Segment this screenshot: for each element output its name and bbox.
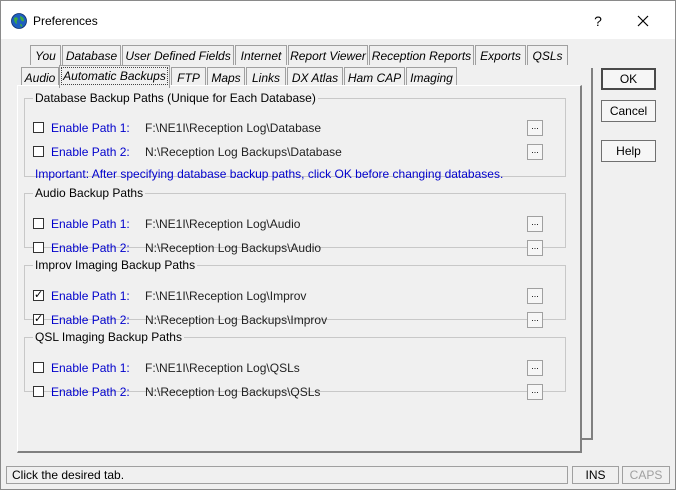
- tab-ham-cap[interactable]: Ham CAP: [344, 67, 405, 87]
- automatic-backups-panel: Database Backup Paths (Unique for Each D…: [17, 85, 582, 453]
- improv-path-2-row: ✓ Enable Path 2: N:\Reception Log Backup…: [33, 312, 553, 330]
- browse-button[interactable]: ...: [527, 288, 543, 304]
- improv-imaging-backup-group: Improv Imaging Backup Paths ✓ Enable Pat…: [24, 258, 566, 328]
- path-value: F:\NE1I\Reception Log\Database: [145, 121, 322, 135]
- tab-dx-atlas[interactable]: DX Atlas: [287, 67, 343, 87]
- checkbox-checked[interactable]: ✓: [33, 314, 44, 325]
- preferences-window: Preferences ? You Database User Defined …: [0, 0, 676, 490]
- browse-button[interactable]: ...: [527, 240, 543, 256]
- browse-button[interactable]: ...: [527, 120, 543, 136]
- tab-report-viewer[interactable]: Report Viewer: [288, 45, 368, 65]
- browse-button[interactable]: ...: [527, 144, 543, 160]
- path-value: F:\NE1I\Reception Log\QSLs: [145, 361, 300, 375]
- path-value: F:\NE1I\Reception Log\Improv: [145, 289, 307, 303]
- help-title-button[interactable]: ?: [587, 10, 609, 32]
- enable-path-label[interactable]: Enable Path 2:: [51, 385, 130, 399]
- status-message: Click the desired tab.: [6, 466, 568, 484]
- window-title: Preferences: [33, 14, 98, 28]
- enable-path-label[interactable]: Enable Path 2:: [51, 145, 130, 159]
- tab-links[interactable]: Links: [246, 67, 286, 87]
- ok-button[interactable]: OK: [601, 68, 656, 90]
- browse-button[interactable]: ...: [527, 312, 543, 328]
- enable-path-label[interactable]: Enable Path 1:: [51, 289, 130, 303]
- ins-indicator: INS: [572, 466, 619, 484]
- tab-exports[interactable]: Exports: [475, 45, 526, 65]
- browse-button[interactable]: ...: [527, 360, 543, 376]
- tab-automatic-backups[interactable]: Automatic Backups: [59, 65, 170, 88]
- important-note: Important: After specifying database bac…: [35, 167, 504, 181]
- group-title: QSL Imaging Backup Paths: [35, 330, 182, 344]
- path-value: F:\NE1I\Reception Log\Audio: [145, 217, 301, 231]
- path-value: N:\Reception Log Backups\Database: [145, 145, 342, 159]
- enable-path-label[interactable]: Enable Path 1:: [51, 217, 130, 231]
- qsl-imaging-backup-group: QSL Imaging Backup Paths Enable Path 1: …: [24, 330, 566, 400]
- caps-indicator: CAPS: [622, 466, 670, 484]
- path-value: N:\Reception Log Backups\Audio: [145, 241, 322, 255]
- globe-icon: [11, 13, 27, 29]
- browse-button[interactable]: ...: [527, 216, 543, 232]
- enable-path-label[interactable]: Enable Path 2:: [51, 241, 130, 255]
- browse-button[interactable]: ...: [527, 384, 543, 400]
- close-icon[interactable]: [631, 10, 655, 32]
- improv-path-1-row: ✓ Enable Path 1: F:\NE1I\Reception Log\I…: [33, 288, 553, 306]
- checkbox[interactable]: [33, 146, 44, 157]
- tab-audio[interactable]: Audio: [21, 67, 59, 87]
- database-path-1-row: Enable Path 1: F:\NE1I\Reception Log\Dat…: [33, 120, 553, 138]
- cancel-button[interactable]: Cancel: [601, 100, 656, 122]
- checkbox[interactable]: [33, 386, 44, 397]
- path-value: N:\Reception Log Backups\Improv: [145, 313, 328, 327]
- database-backup-group: Database Backup Paths (Unique for Each D…: [24, 91, 566, 181]
- path-value: N:\Reception Log Backups\QSLs: [145, 385, 321, 399]
- status-bar: Click the desired tab. INS CAPS: [6, 466, 670, 484]
- checkbox-checked[interactable]: ✓: [33, 290, 44, 301]
- checkbox[interactable]: [33, 242, 44, 253]
- tab-ftp[interactable]: FTP: [171, 67, 206, 87]
- enable-path-label[interactable]: Enable Path 1:: [51, 361, 130, 375]
- qsl-path-2-row: Enable Path 2: N:\Reception Log Backups\…: [33, 384, 553, 402]
- audio-path-2-row: Enable Path 2: N:\Reception Log Backups\…: [33, 240, 553, 258]
- tab-reception-reports[interactable]: Reception Reports: [369, 45, 474, 65]
- qsl-path-1-row: Enable Path 1: F:\NE1I\Reception Log\QSL…: [33, 360, 553, 378]
- tab-database[interactable]: Database: [62, 45, 121, 65]
- tab-user-defined-fields[interactable]: User Defined Fields: [122, 45, 234, 65]
- checkbox[interactable]: [33, 218, 44, 229]
- checkbox[interactable]: [33, 362, 44, 373]
- help-button[interactable]: Help: [601, 140, 656, 162]
- group-title: Improv Imaging Backup Paths: [35, 258, 196, 272]
- tab-internet[interactable]: Internet: [235, 45, 287, 65]
- title-bar: Preferences ?: [1, 1, 675, 39]
- audio-path-1-row: Enable Path 1: F:\NE1I\Reception Log\Aud…: [33, 216, 553, 234]
- enable-path-label[interactable]: Enable Path 1:: [51, 121, 130, 135]
- group-title: Database Backup Paths (Unique for Each D…: [35, 91, 316, 105]
- tab-maps[interactable]: Maps: [207, 67, 245, 87]
- checkbox[interactable]: [33, 122, 44, 133]
- tab-you[interactable]: You: [30, 45, 61, 65]
- database-path-2-row: Enable Path 2: N:\Reception Log Backups\…: [33, 144, 553, 162]
- tab-imaging[interactable]: Imaging: [406, 67, 457, 87]
- enable-path-label[interactable]: Enable Path 2:: [51, 313, 130, 327]
- audio-backup-group: Audio Backup Paths Enable Path 1: F:\NE1…: [24, 186, 566, 256]
- group-title: Audio Backup Paths: [35, 186, 144, 200]
- tab-qsls[interactable]: QSLs: [527, 45, 568, 65]
